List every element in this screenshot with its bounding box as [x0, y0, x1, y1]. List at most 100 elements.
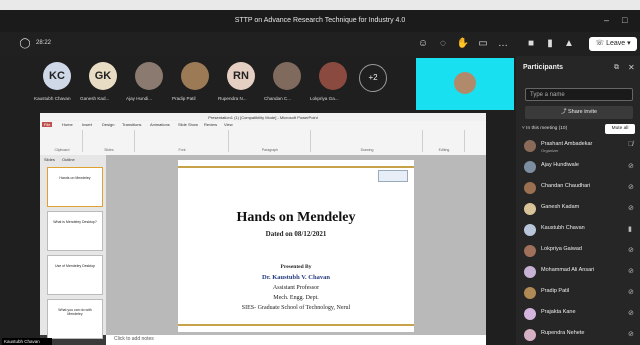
share-screen-icon[interactable]: ▲	[562, 38, 576, 50]
tab-file[interactable]: File	[42, 122, 53, 127]
list-item[interactable]: Lokpriya Gaiwad ⊘	[524, 243, 634, 261]
more-participants-button[interactable]: +2	[359, 64, 387, 92]
tab-review[interactable]: Review	[204, 122, 217, 127]
avatar	[135, 62, 163, 90]
mic-off-icon: 🎙̸	[628, 141, 634, 148]
participant-name: Prajakta Kane	[541, 309, 576, 315]
reactions-icon[interactable]: ✋	[456, 38, 470, 50]
list-item[interactable]: Chandan Chaudhari ⊘	[524, 180, 634, 198]
slide-thumbnail[interactable]: Hands on Mendeley	[47, 167, 103, 207]
more-options-icon[interactable]: …	[496, 38, 510, 50]
meeting-timer: 28:22	[36, 40, 52, 46]
participant-tile[interactable]: Pradip Patil	[172, 56, 218, 110]
avatar	[319, 62, 347, 90]
avatar	[524, 245, 536, 257]
group-label: Slides	[104, 148, 114, 152]
avatar	[524, 308, 536, 320]
group-clipboard: Clipboard	[42, 130, 83, 152]
tab-outline[interactable]: Outline	[62, 157, 75, 162]
maximize-icon[interactable]: □	[622, 15, 627, 25]
group-label: Paragraph	[261, 148, 279, 152]
participant-name: Ajay Hundi...	[126, 96, 153, 101]
rooms-icon[interactable]: ▭	[476, 38, 490, 50]
chat-icon[interactable]: ◌	[436, 38, 450, 50]
list-item[interactable]: Prashant Ambadekar Organizer 🎙̸	[524, 138, 634, 156]
avatar	[524, 140, 536, 152]
department: Mech. Engg. Dept.	[273, 295, 319, 301]
thumb-title: Hands on Mendeley	[59, 176, 91, 180]
mic-off-icon: ⊘	[628, 184, 634, 191]
phone-icon: ☏	[595, 40, 607, 47]
participant-tile[interactable]: Chandan C...	[264, 56, 310, 110]
participants-panel: Participants ⧉ ✕ Type a name ⤴ Share inv…	[516, 56, 640, 345]
list-item[interactable]: Kaustubh Chavan ▮	[524, 222, 634, 240]
institute-name: SIES- Graduate School of Technology, Ner…	[241, 305, 351, 311]
mic-off-icon: ⊘	[628, 331, 634, 338]
participant-tile[interactable]: RN Rupendra N...	[218, 56, 264, 110]
tab-transitions[interactable]: Transitions	[122, 122, 141, 127]
list-item[interactable]: Ganesh Kadam ⊘	[524, 201, 634, 219]
mic-off-icon: ⊘	[628, 289, 634, 296]
avatar	[524, 161, 536, 173]
title-bar: STTP on Advance Research Technique for I…	[0, 10, 640, 32]
share-invite-button[interactable]: ⤴ Share invite	[525, 106, 633, 119]
participant-name: Ganesh Kadam	[541, 204, 580, 210]
participant-name: Ajay Hundiwale	[541, 162, 579, 168]
slide-thumbnail[interactable]: What is Mendeley Desktop?	[47, 211, 103, 251]
participant-name: Kaustubh Chavan	[541, 225, 585, 231]
group-slides: Slides	[84, 130, 135, 152]
minimize-icon[interactable]: –	[604, 15, 609, 25]
name-tag-label: Kaustubh Chavan	[4, 339, 40, 344]
participant-role: Organizer	[541, 148, 559, 153]
group-label: Clipboard	[54, 148, 70, 152]
list-item[interactable]: Ajay Hundiwale ⊘	[524, 159, 634, 177]
leave-button[interactable]: ☏ Leave ▾	[589, 37, 637, 51]
close-icon[interactable]: ✕	[628, 63, 635, 72]
leave-label: Leave	[606, 40, 626, 47]
participant-name: Rupendra N...	[218, 96, 247, 101]
participant-tile[interactable]: KC Kaustubh Chavan	[34, 56, 80, 110]
slide-thumbnail[interactable]: What you can do with Mendeley	[47, 299, 103, 339]
tab-home[interactable]: Home	[62, 122, 73, 127]
notes-pane[interactable]: Click to add notes	[106, 335, 486, 345]
participant-name: Lokpriya Gaiwad	[541, 246, 582, 252]
list-item[interactable]: Pradip Patil ⊘	[524, 285, 634, 303]
participant-name: Chandan C...	[264, 96, 292, 101]
slide-title: Hands on Mendeley	[236, 210, 356, 225]
people-icon[interactable]: ☺	[416, 38, 430, 50]
camera-icon[interactable]: ■	[524, 38, 538, 50]
current-slide[interactable]: Hands on Mendeley Dated on 08/12/2021 Pr…	[178, 160, 414, 332]
avatar	[524, 182, 536, 194]
list-item[interactable]: Mohammad Ali Ansari ⊘	[524, 264, 634, 282]
tab-insert[interactable]: Insert	[82, 122, 92, 127]
share-icon: ⤴	[560, 109, 568, 115]
self-video-tile[interactable]	[416, 58, 514, 110]
participant-tile[interactable]: GK Ganesh Kad...	[80, 56, 126, 110]
list-item[interactable]: Rupendra Nehete ⊘	[524, 327, 634, 345]
presenter-name: Dr. Kaustubh V. Chavan	[262, 274, 330, 281]
tab-slides[interactable]: Slides	[44, 157, 55, 162]
group-paragraph: Paragraph	[230, 130, 311, 152]
mute-all-button[interactable]: Mute all	[605, 124, 635, 134]
tab-slide-show[interactable]: Slide Show	[178, 122, 198, 127]
participant-tile[interactable]: Ajay Hundi...	[126, 56, 172, 110]
group-font: Font	[136, 130, 229, 152]
search-input[interactable]: Type a name	[525, 88, 633, 101]
tab-animations[interactable]: Animations	[150, 122, 170, 127]
ppt-title-bar: Presentation1 (1) [Compatibility Mode] -…	[40, 113, 486, 121]
participant-tile[interactable]: Lokpriya Ga...	[310, 56, 356, 110]
group-editing: Editing	[424, 130, 465, 152]
avatar	[524, 224, 536, 236]
meeting-toolbar: ◯ 28:22 ☺ ◌ ✋ ▭ … ■ ▮ ▲ ☏ Leave ▾	[0, 32, 640, 56]
share-invite-label: Share invite	[567, 109, 598, 115]
designation: Assistant Professor	[272, 285, 320, 291]
mic-icon[interactable]: ▮	[543, 38, 557, 50]
ppt-ribbon: File Home Insert Design Transitions Anim…	[40, 121, 486, 156]
meeting-count[interactable]: ˅ In this meeting (10)	[522, 126, 567, 131]
tab-design[interactable]: Design	[102, 122, 114, 127]
popout-icon[interactable]: ⧉	[614, 64, 619, 72]
slide-thumbnail[interactable]: Use of Mendeley Desktop	[47, 255, 103, 295]
list-item[interactable]: Prajakta Kane ⊘	[524, 306, 634, 324]
tab-view[interactable]: View	[224, 122, 233, 127]
window-title: STTP on Advance Research Technique for I…	[234, 17, 406, 24]
